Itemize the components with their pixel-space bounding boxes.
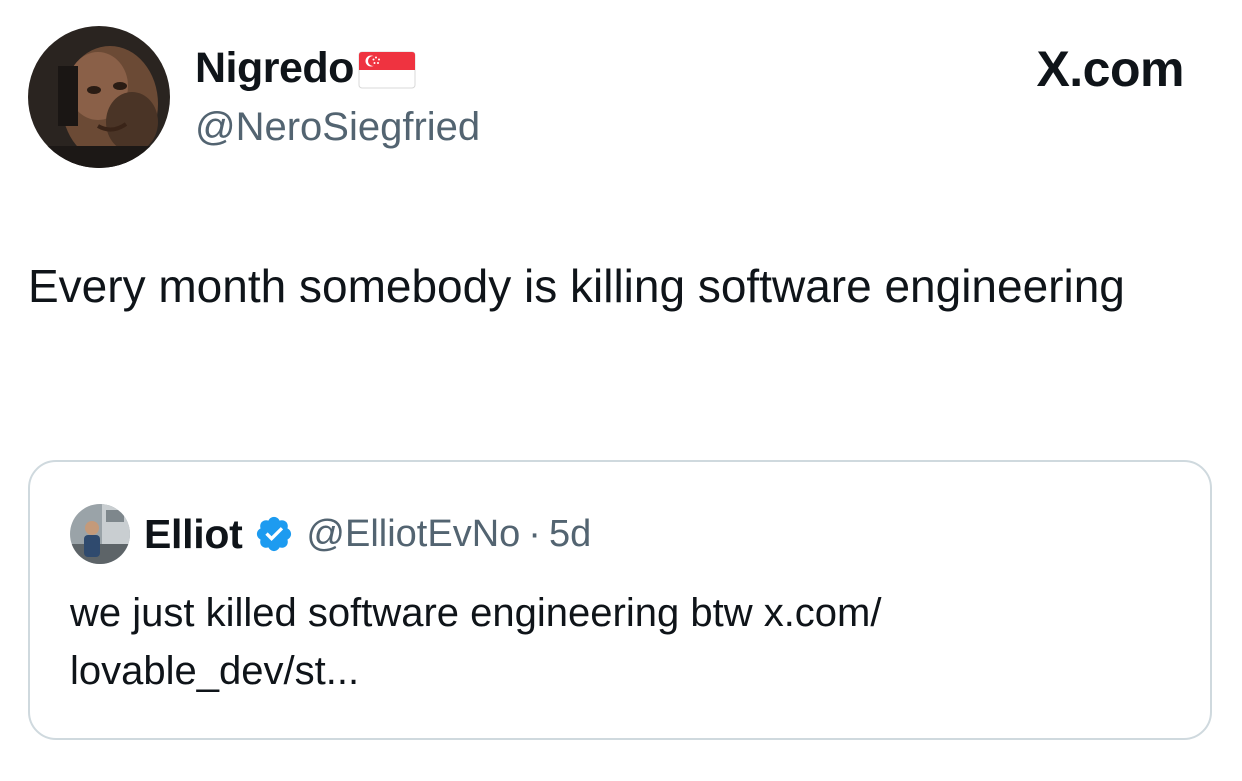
tweet-card: Nigredo @NeroSiegfried X.com Every month…: [0, 0, 1242, 781]
author-name[interactable]: Nigredo: [195, 40, 354, 96]
quoted-tweet-text: we just killed software engineering btw …: [70, 591, 882, 693]
quoted-author-avatar[interactable]: [70, 504, 130, 564]
verified-badge-icon: [257, 516, 292, 552]
singapore-flag-icon: [358, 51, 416, 89]
quoted-author-handle[interactable]: @ElliotEvNo: [306, 508, 520, 560]
tweet-text: Every month somebody is killing software…: [28, 260, 1125, 312]
quoted-tweet-time[interactable]: 5d: [549, 508, 591, 560]
quoted-avatar-photo: [70, 504, 130, 564]
quoted-tweet-card[interactable]: Elliot @ElliotEvNo · 5d we just killed s…: [28, 460, 1212, 740]
author-handle[interactable]: @NeroSiegfried: [195, 101, 480, 153]
author-avatar[interactable]: [28, 26, 170, 168]
separator-dot: ·: [528, 513, 541, 555]
avatar-photo: [28, 26, 170, 168]
quoted-tweet-header: Elliot @ElliotEvNo · 5d: [70, 504, 591, 564]
author-name-row: Nigredo: [195, 40, 416, 96]
quoted-author-name[interactable]: Elliot: [144, 508, 243, 560]
brand-label: X.com: [1036, 41, 1184, 97]
